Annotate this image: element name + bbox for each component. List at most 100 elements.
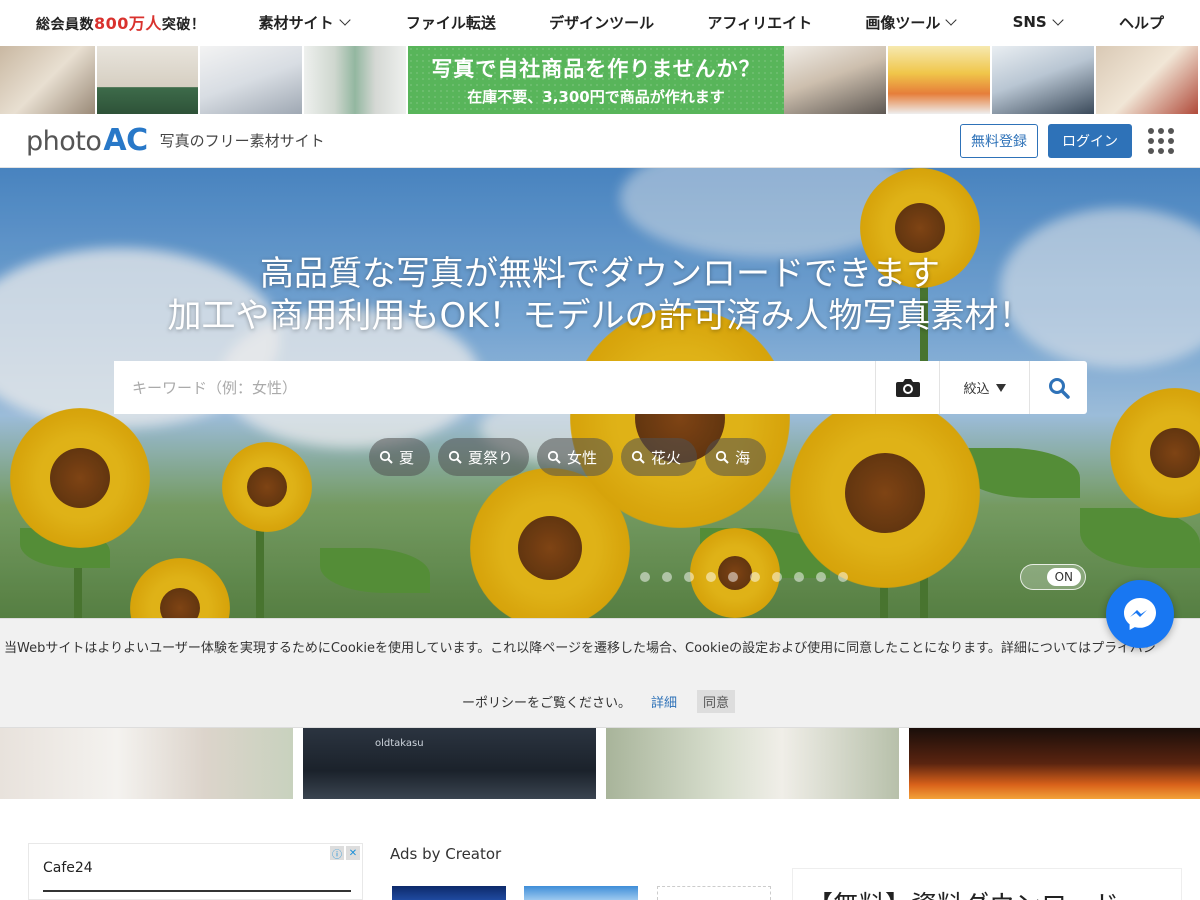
nav-item-affiliate[interactable]: アフィリエイト [707,12,812,33]
nav-label: アフィリエイト [707,13,813,32]
logo-photo: photo [26,126,102,157]
ad-info-icon[interactable]: ⓘ [330,846,344,861]
ads-by-creator-heading: Ads by Creator [390,845,502,863]
thumbnail[interactable] [909,728,1200,799]
featured-thumbnails: oldtakasu [0,728,1200,799]
cookie-text-line2: ーポリシーをご覧ください。 [462,696,632,711]
search-icon [379,450,393,464]
promo-suffix: 突破！ [161,17,206,33]
creator-thumbnail[interactable] [392,886,506,900]
slide-dot[interactable] [772,572,782,582]
filter-label: 絞込 [963,382,990,397]
ad-close-icon[interactable]: ✕ [346,846,360,860]
slideshow-toggle[interactable]: ON [1020,564,1086,590]
creator-thumbnail[interactable] [524,886,638,900]
nav-label: ヘルプ [1118,13,1164,32]
banner-line1: 写真で自社商品を作りませんか？ [431,57,761,81]
keyword-label: 夏 [399,448,415,467]
thumbnail[interactable] [0,728,293,799]
slide-dot[interactable] [750,572,760,582]
cookie-agree-button[interactable]: 同意 [697,690,736,713]
hero-section: 高品質な写真が無料でダウンロードできます 加工や商用利用もOK！モデルの許可済み… [0,168,1200,618]
nav-item-design-tools[interactable]: デザインツール [549,12,654,33]
keyword-label: 海 [735,448,751,467]
search-icon [715,450,729,464]
search-bar: 絞込 [114,361,1087,414]
creator-thumbnail[interactable] [657,886,771,900]
camera-icon [895,378,920,397]
thumbnail-caption: oldtakasu [375,738,424,749]
slide-dot[interactable] [816,572,826,582]
register-button[interactable]: 無料登録 [960,123,1038,158]
top-nav: 総会員数800万人突破！ 素材サイト ファイル転送 デザインツール アフィリエイ… [0,0,1200,44]
site-logo[interactable]: photo AC [26,123,148,158]
chevron-down-icon [1052,14,1064,26]
promo-highlight: 800万人 [94,14,162,33]
keyword-label: 女性 [567,448,598,467]
slide-dot[interactable] [728,572,738,582]
site-tagline: 写真のフリー素材サイト [159,132,325,150]
search-icon [631,450,645,464]
promo-banner[interactable]: 写真で自社商品を作りませんか？ 在庫不要、3,300円で商品が作れます [0,46,1200,114]
nav-label: SNS [1012,13,1047,31]
slide-dot[interactable] [838,572,848,582]
slide-dot[interactable] [662,572,672,582]
nav-label: ファイル転送 [405,13,496,32]
keyword-chip[interactable]: 夏 [369,438,431,476]
thumbnail[interactable] [606,728,899,799]
thumbnail[interactable]: oldtakasu [303,728,596,799]
messenger-chat-button[interactable] [1106,580,1174,648]
image-search-button[interactable] [875,361,939,414]
slide-dot[interactable] [706,572,716,582]
keyword-chip[interactable]: 夏祭り [438,438,530,476]
slide-dot[interactable] [640,572,650,582]
slide-dot[interactable] [794,572,804,582]
site-header: photo AC 写真のフリー素材サイト 無料登録 ログイン [0,114,1200,168]
ad-controls: ⓘ ✕ [330,846,360,861]
nav-item-file-transfer[interactable]: ファイル転送 [406,12,496,33]
nav-item-image-tools[interactable]: 画像ツール [865,12,959,33]
banner-photo [888,46,992,114]
keyword-chip[interactable]: 海 [705,438,767,476]
chevron-down-icon [945,14,958,26]
banner-photo [304,46,408,114]
search-button[interactable] [1029,361,1087,414]
messenger-icon [1124,598,1156,630]
search-input[interactable] [114,361,875,414]
ad-name: Cafe24 [43,860,93,876]
logo-ac: AC [103,123,148,158]
cookie-notice: 当Webサイトはよりよいユーザー体験を実現するためにCookieを使用しています… [0,618,1200,728]
banner-photo [200,46,304,114]
promo-prefix: 総会員数 [36,17,94,33]
filter-dropdown[interactable]: 絞込 [939,361,1029,414]
nav-item-sns[interactable]: SNS [1013,13,1066,31]
nav-label: 画像ツール [865,13,941,32]
banner-ad-center[interactable]: 写真で自社商品を作りませんか？ 在庫不要、3,300円で商品が作れます [408,46,784,114]
side-banner[interactable]: 【無料】資料ダウンロード [792,868,1182,900]
nav-item-help[interactable]: ヘルプ [1119,12,1164,33]
slide-dot[interactable] [684,572,694,582]
side-banner-text: 【無料】資料ダウンロード [807,885,1119,900]
keyword-chip[interactable]: 女性 [537,438,614,476]
hero-title-line2: 加工や商用利用もOK！モデルの許可済み人物写真素材！ [167,296,1033,336]
member-count-promo: 総会員数800万人突破！ [36,10,205,34]
chevron-down-icon [338,14,351,26]
search-icon [547,450,561,464]
cookie-text-row: ーポリシーをご覧ください。 詳細 同意 [462,690,736,713]
cookie-details-link[interactable]: 詳細 [651,692,677,711]
nav-item-material-sites[interactable]: 素材サイト [259,12,353,33]
search-icon [1048,377,1070,399]
banner-photo [97,46,200,114]
banner-photo [0,46,97,114]
login-button[interactable]: ログイン [1048,123,1132,158]
nav-label: デザインツール [549,13,655,32]
search-icon [448,450,462,464]
keyword-chip[interactable]: 花火 [621,438,698,476]
apps-grid-icon[interactable] [1148,127,1174,154]
toggle-label: ON [1046,568,1081,586]
header-actions: 無料登録 ログイン [960,123,1174,158]
sponsored-ad[interactable]: Cafe24 ⓘ ✕ [28,843,363,900]
banner-photo [1096,46,1200,114]
keyword-label: 夏祭り [468,448,514,467]
nav-label: 素材サイト [258,13,334,32]
